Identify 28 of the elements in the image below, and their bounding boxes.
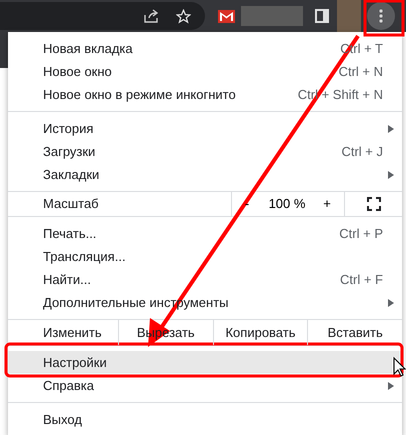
menu-item[interactable]: Печать... Ctrl + P [8, 222, 402, 245]
menu-item[interactable]: Закладки [8, 163, 402, 186]
menu-item[interactable]: История [8, 117, 402, 140]
redacted-block [337, 0, 361, 32]
menu-item[interactable]: Выход [8, 408, 402, 431]
highlight-frame [364, 0, 404, 36]
zoom-in-button[interactable]: + [312, 194, 342, 214]
share-icon [144, 9, 160, 23]
menu-item[interactable]: Новое окно Ctrl + N [8, 60, 402, 83]
mail-icon[interactable] [218, 10, 235, 22]
zoom-level: 100 % [268, 195, 306, 214]
menu-item[interactable]: Найти... Ctrl + F [8, 268, 402, 291]
star-icon[interactable] [176, 8, 191, 24]
edit-button[interactable]: Копировать [212, 320, 308, 345]
edit-button[interactable]: Вставить [307, 320, 402, 345]
redacted-block [241, 6, 303, 26]
fullscreen-icon [366, 197, 380, 211]
side-panel-icon[interactable] [315, 9, 329, 23]
menu-item-label: Изменить [42, 324, 103, 342]
menu-item-label: Масштаб [42, 195, 100, 214]
menu-item[interactable]: Загрузки Ctrl + J [8, 140, 402, 163]
menu-item[interactable]: Настройки [8, 351, 402, 374]
more-icon [379, 9, 383, 23]
menu-button[interactable] [367, 2, 395, 30]
menu-item[interactable]: Новое окно в режиме инкогнито Ctrl + Shift + N [8, 83, 402, 106]
zoom-out-button[interactable]: - [232, 194, 262, 214]
menu-item[interactable]: Справка [8, 374, 402, 397]
menu-item[interactable]: Трансляция... [8, 245, 402, 268]
